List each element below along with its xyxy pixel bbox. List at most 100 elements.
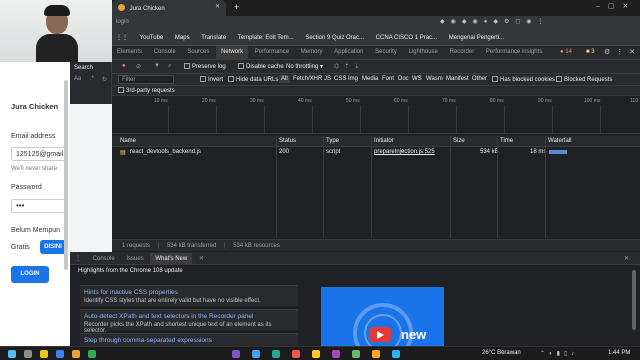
filter-type-other[interactable]: Other — [472, 76, 487, 82]
weather-widget[interactable]: 26°C Berawan — [482, 350, 521, 356]
app-icon[interactable] — [392, 350, 400, 358]
vscode-icon[interactable] — [56, 350, 64, 358]
whats-new-card[interactable]: Step through comma-separated expressions — [80, 333, 298, 346]
password-field[interactable]: ••• — [11, 199, 67, 213]
filter-type-all[interactable]: All — [279, 75, 290, 83]
throttling-select[interactable]: No throttling ▾ — [286, 63, 323, 70]
app-icon[interactable] — [312, 350, 320, 358]
whats-new-card[interactable]: Hints for inactive CSS properties Identi… — [80, 285, 298, 306]
drawer-menu-icon[interactable]: ⋮ — [70, 252, 86, 262]
tab-performance[interactable]: Performance — [250, 46, 294, 55]
warning-badge[interactable]: ■ 3 — [586, 49, 595, 55]
whats-new-video[interactable]: new — [321, 287, 444, 346]
search-taskbar-icon[interactable] — [24, 350, 32, 358]
col-size[interactable]: Size — [453, 138, 465, 144]
tab-console[interactable]: Console — [149, 46, 181, 55]
clear-icon[interactable]: ⊘ — [136, 63, 141, 70]
close-drawer-icon[interactable]: ✕ — [619, 252, 634, 262]
filter-icon[interactable]: ▼ — [154, 63, 160, 69]
search-icon[interactable]: ⌕ — [168, 63, 171, 70]
invert-checkbox[interactable]: Invert — [200, 76, 223, 83]
tab-security[interactable]: Security — [370, 46, 402, 55]
explorer-icon[interactable] — [40, 350, 48, 358]
bookmark-translate[interactable]: Translate — [201, 35, 226, 41]
blocked-cookies-checkbox[interactable]: Has blocked cookies — [492, 76, 555, 83]
start-icon[interactable] — [8, 350, 16, 358]
app-icon[interactable] — [292, 350, 300, 358]
tab-application[interactable]: Application — [329, 46, 368, 55]
refresh-icon[interactable]: ↻ — [102, 76, 107, 83]
drawer-scrollbar[interactable] — [632, 270, 636, 330]
bookmark-mengenai[interactable]: Mengenai Pengerti... — [449, 35, 504, 41]
signup-button[interactable]: DISINI — [40, 240, 66, 254]
filter-type-fetch[interactable]: Fetch/XHR — [293, 76, 322, 82]
timeline-overview[interactable]: 10 ms 20 ms 30 ms 40 ms 50 ms 60 ms 70 m… — [112, 96, 640, 134]
apps-icon[interactable]: ⋮⋮ — [116, 34, 128, 41]
filter-type-manifest[interactable]: Manifest — [446, 76, 469, 82]
filter-type-js[interactable]: JS — [324, 76, 331, 82]
col-status[interactable]: Status — [279, 138, 296, 144]
col-type[interactable]: Type — [326, 138, 339, 144]
clock[interactable]: 1:44 PM — [608, 350, 630, 356]
drawer-tab-console[interactable]: Console — [88, 253, 120, 262]
tab-performance-insights[interactable]: Performance insights — [481, 46, 547, 55]
bookmark-ccna[interactable]: CCNA CISCO 1 Prac... — [376, 35, 437, 41]
app-icon[interactable] — [272, 350, 280, 358]
tab-recorder[interactable]: Recorder — [445, 46, 480, 55]
filter-type-img[interactable]: Img — [348, 76, 358, 82]
record-icon[interactable]: ● — [122, 63, 126, 69]
disable-cache-checkbox[interactable]: Disable cache — [238, 63, 284, 70]
bookmark-template[interactable]: Template: Edit Tem... — [238, 35, 294, 41]
close-drawer-tab-icon[interactable]: ✕ — [194, 252, 209, 262]
devtools-settings[interactable]: ⚙⋮✕ — [604, 48, 640, 56]
third-party-checkbox[interactable]: 3rd-party requests — [118, 87, 175, 94]
tab-sources[interactable]: Sources — [182, 46, 214, 55]
tray-icons[interactable]: ⌃◐▮▯♪ — [540, 350, 578, 357]
chrome-icon[interactable] — [88, 350, 96, 358]
network-extra-icons[interactable]: ⌬⇡⇣ — [334, 63, 364, 70]
play-icon[interactable] — [369, 327, 391, 342]
filter-input[interactable]: Filter — [118, 75, 174, 84]
filter-type-font[interactable]: Font — [382, 76, 394, 82]
filter-type-wasm[interactable]: Wasm — [426, 76, 443, 82]
col-waterfall[interactable]: Waterfall — [548, 138, 571, 144]
new-tab-button[interactable]: + — [234, 2, 239, 12]
tab-lighthouse[interactable]: Lighthouse — [404, 46, 443, 55]
tab-memory[interactable]: Memory — [296, 46, 328, 55]
app-icon[interactable] — [332, 350, 340, 358]
filter-type-ws[interactable]: WS — [412, 76, 422, 82]
filter-type-css[interactable]: CSS — [334, 76, 346, 82]
window-controls[interactable]: –▢✕ — [596, 2, 636, 10]
filter-type-media[interactable]: Media — [362, 76, 378, 82]
error-badge[interactable]: ● 14 — [560, 49, 572, 55]
tab-network[interactable]: Network — [216, 46, 249, 59]
whats-new-card[interactable]: Auto-detect XPath and text selectors in … — [80, 309, 298, 334]
app-icon[interactable] — [252, 350, 260, 358]
bookmark-maps[interactable]: Maps — [175, 35, 190, 41]
filter-type-doc[interactable]: Doc — [398, 76, 409, 82]
app-icon[interactable] — [372, 350, 380, 358]
app-icon[interactable] — [352, 350, 360, 358]
bookmark-section9[interactable]: Section 9 Quiz Orac... — [305, 35, 364, 41]
app-icon[interactable] — [232, 350, 240, 358]
browser-tab[interactable]: Jura Chicken ✕ — [112, 0, 226, 16]
col-initiator[interactable]: Initiator — [374, 138, 394, 144]
drawer-tab-whats-new[interactable]: What's New — [150, 253, 193, 265]
col-time[interactable]: Time — [500, 138, 513, 144]
blocked-requests-checkbox[interactable]: Blocked Requests — [556, 76, 612, 83]
match-case-icon[interactable]: Aa — [74, 76, 81, 82]
row-initiator[interactable]: prepareInjection.js:525 — [374, 149, 435, 155]
bookmark-youtube[interactable]: YouTube — [140, 35, 164, 41]
email-field[interactable]: 125125@gmail — [11, 147, 67, 161]
login-button[interactable]: LOGIN — [11, 266, 49, 283]
app-icon[interactable] — [72, 350, 80, 358]
hide-data-urls-checkbox[interactable]: Hide data URLs — [228, 76, 278, 83]
table-row[interactable]: ▤ react_devtools_backend.js 200 script p… — [112, 147, 640, 158]
extension-icons[interactable]: ◆◉◆◉●◆⚙◻◉⋮ — [440, 18, 636, 28]
page-scrollbar[interactable] — [64, 80, 68, 270]
regex-icon[interactable]: .* — [90, 76, 94, 82]
close-tab-icon[interactable]: ✕ — [215, 3, 220, 10]
preserve-log-checkbox[interactable]: Preserve log — [184, 63, 226, 70]
drawer-tab-issues[interactable]: Issues — [121, 253, 148, 262]
col-name[interactable]: Name — [120, 138, 136, 144]
